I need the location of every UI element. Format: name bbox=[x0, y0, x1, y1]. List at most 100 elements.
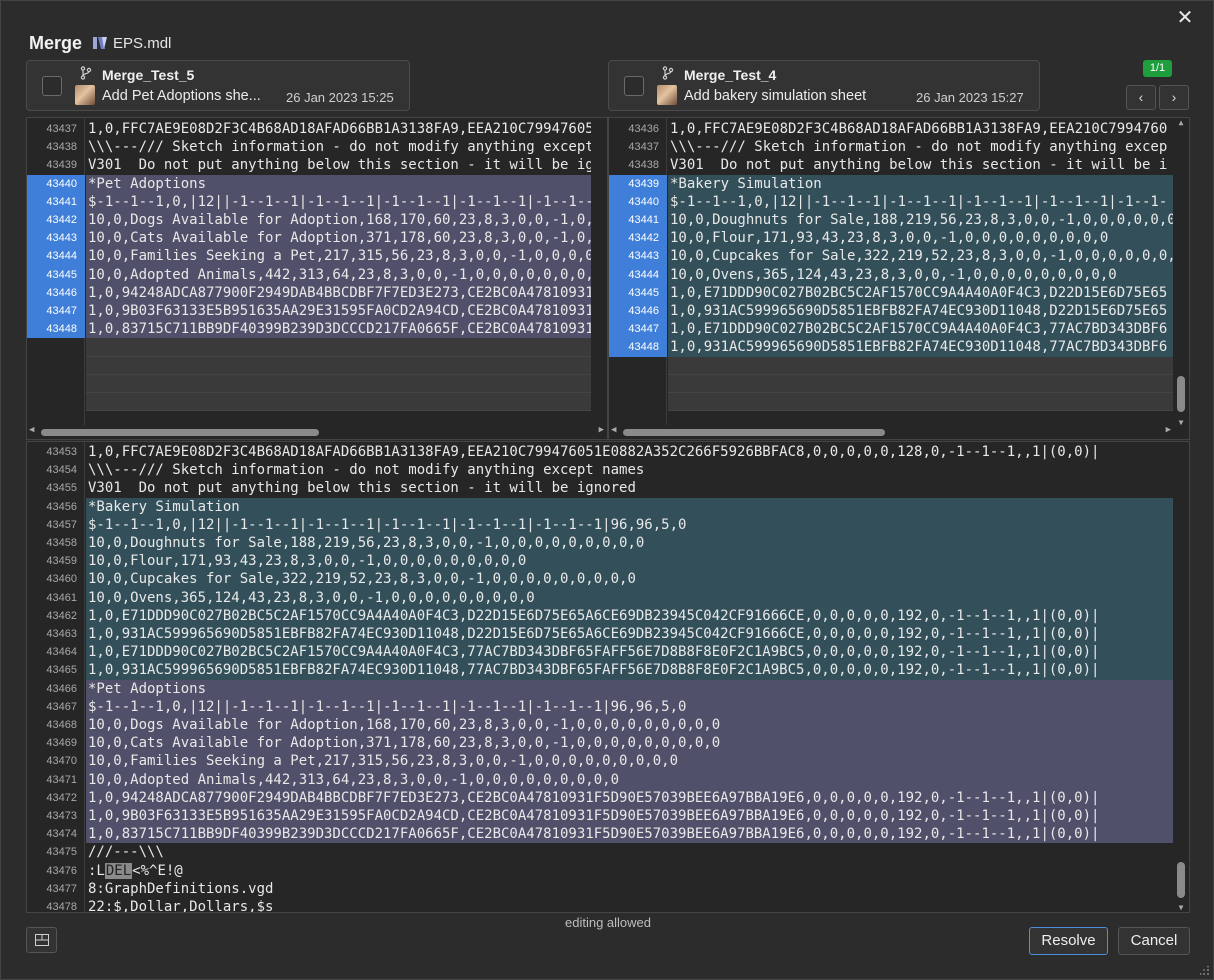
cancel-button[interactable]: Cancel bbox=[1118, 927, 1190, 955]
code-line-text: 1,0,83715C711BB9DF40399B239D3DCCCD217FA0… bbox=[88, 321, 591, 338]
code-line[interactable]: 1,0,83715C711BB9DF40399B239D3DCCCD217FA0… bbox=[86, 320, 591, 339]
code-line[interactable]: 10,0,Doughnuts for Sale,188,219,56,23,8,… bbox=[668, 211, 1173, 230]
code-line[interactable]: 1,0,931AC599965690D5851EBFB82FA74EC930D1… bbox=[668, 302, 1173, 321]
left-code-view[interactable]: 1,0,FFC7AE9E08D2F3C4B68AD18AFAD66BB1A313… bbox=[86, 118, 591, 439]
code-line[interactable]: :LDEL<%^E!@ bbox=[86, 862, 1173, 880]
code-line[interactable]: 1,0,94248ADCA877900F2949DAB4BBCDBF7F7ED3… bbox=[86, 283, 591, 302]
code-line[interactable]: 10,0,Cats Available for Adoption,371,178… bbox=[86, 734, 1173, 753]
code-line[interactable]: 10,0,Dogs Available for Adoption,168,170… bbox=[86, 211, 591, 230]
code-line-text: 1,0,E71DDD90C027B02BC5C2AF1570CC9A4A40A0… bbox=[88, 607, 1100, 624]
left-revision-checkbox[interactable] bbox=[42, 76, 62, 96]
result-code-editor[interactable]: 1,0,FFC7AE9E08D2F3C4B68AD18AFAD66BB1A313… bbox=[86, 442, 1173, 912]
code-line[interactable]: \\\---/// Sketch information - do not mo… bbox=[668, 138, 1173, 156]
line-number: 43448 bbox=[27, 320, 85, 339]
code-line[interactable]: 1,0,E71DDD90C027B02BC5C2AF1570CC9A4A40A0… bbox=[86, 643, 1173, 662]
code-line-text: 8:GraphDefinitions.vgd bbox=[88, 880, 274, 897]
code-line[interactable]: V301 Do not put anything below this sect… bbox=[86, 479, 1173, 497]
close-icon[interactable]: ✕ bbox=[1177, 7, 1194, 29]
code-line[interactable]: ///---\\\ bbox=[86, 843, 1173, 861]
empty-placeholder-line bbox=[668, 356, 1173, 375]
scrollbar-thumb[interactable] bbox=[41, 429, 319, 436]
code-line-text: 10,0,Flour,171,93,43,23,8,3,0,0,-1,0,0,0… bbox=[670, 230, 1109, 247]
line-number: 43445 bbox=[609, 283, 667, 302]
right-revision-checkbox[interactable] bbox=[624, 76, 644, 96]
code-line[interactable]: V301 Do not put anything below this sect… bbox=[668, 156, 1173, 174]
code-line[interactable]: 1,0,931AC599965690D5851EBFB82FA74EC930D1… bbox=[668, 338, 1173, 357]
scrollbar-thumb[interactable] bbox=[1177, 376, 1185, 412]
code-line[interactable]: 10,0,Adopted Animals,442,313,64,23,8,3,0… bbox=[86, 770, 1173, 789]
scroll-left-icon[interactable]: ◀ bbox=[611, 425, 616, 435]
code-line[interactable]: *Bakery Simulation bbox=[668, 174, 1173, 193]
code-line[interactable]: 1,0,E71DDD90C027B02BC5C2AF1570CC9A4A40A0… bbox=[668, 283, 1173, 302]
code-line[interactable]: $-1--1--1,0,|12||-1--1--1|-1--1--1|-1--1… bbox=[86, 515, 1173, 534]
layout-toggle-button[interactable] bbox=[26, 927, 57, 953]
scrollbar-thumb[interactable] bbox=[1177, 862, 1185, 898]
code-line[interactable]: 10,0,Cupcakes for Sale,322,219,52,23,8,3… bbox=[86, 570, 1173, 589]
code-line[interactable]: 10,0,Cupcakes for Sale,322,219,52,23,8,3… bbox=[668, 247, 1173, 266]
scroll-up-icon[interactable]: ▲ bbox=[1176, 118, 1186, 127]
code-line[interactable]: 8:GraphDefinitions.vgd bbox=[86, 880, 1173, 898]
code-line[interactable]: 10,0,Cats Available for Adoption,371,178… bbox=[86, 229, 591, 248]
empty-placeholder-line bbox=[86, 356, 591, 375]
right-diff-pane[interactable]: 43436 43437 43438 43439 43440 43441 43442 43443… bbox=[608, 117, 1190, 440]
code-line[interactable]: 22:$,Dollar,Dollars,$s bbox=[86, 898, 1173, 912]
scroll-right-icon[interactable]: ▶ bbox=[1166, 425, 1171, 435]
code-line[interactable]: 1,0,9B03F63133E5B951635AA29E31595FA0CD2A… bbox=[86, 302, 591, 321]
code-line[interactable]: 10,0,Families Seeking a Pet,217,315,56,2… bbox=[86, 247, 591, 266]
code-line[interactable]: 1,0,83715C711BB9DF40399B239D3DCCCD217FA0… bbox=[86, 825, 1173, 844]
scroll-right-icon[interactable]: ▶ bbox=[599, 425, 604, 435]
resize-grip-icon[interactable] bbox=[1200, 966, 1210, 976]
code-line-text: 1,0,94248ADCA877900F2949DAB4BBCDBF7F7ED3… bbox=[88, 789, 1100, 806]
code-line[interactable]: V301 Do not put anything below this sect… bbox=[86, 156, 591, 174]
code-line[interactable]: 1,0,931AC599965690D5851EBFB82FA74EC930D1… bbox=[86, 661, 1173, 680]
chevron-left-icon[interactable]: ‹ bbox=[1139, 89, 1144, 105]
code-line[interactable]: *Pet Adoptions bbox=[86, 174, 591, 193]
code-line[interactable]: *Bakery Simulation bbox=[86, 497, 1173, 516]
code-line[interactable]: *Pet Adoptions bbox=[86, 679, 1173, 698]
code-line[interactable]: 10,0,Ovens,365,124,43,23,8,3,0,0,-1,0,0,… bbox=[668, 265, 1173, 284]
code-line[interactable]: 1,0,9B03F63133E5B951635AA29E31595FA0CD2A… bbox=[86, 807, 1173, 826]
code-line[interactable]: $-1--1--1,0,|12||-1--1--1|-1--1--1|-1--1… bbox=[668, 192, 1173, 211]
right-vertical-scrollbar[interactable]: ▲ ▼ bbox=[1173, 118, 1189, 427]
code-line[interactable]: 10,0,Families Seeking a Pet,217,315,56,2… bbox=[86, 752, 1173, 771]
code-line[interactable]: 1,0,FFC7AE9E08D2F3C4B68AD18AFAD66BB1A313… bbox=[668, 120, 1173, 138]
code-line[interactable]: 10,0,Doughnuts for Sale,188,219,56,23,8,… bbox=[86, 534, 1173, 553]
code-line[interactable]: $-1--1--1,0,|12||-1--1--1|-1--1--1|-1--1… bbox=[86, 697, 1173, 716]
code-line-text: 1,0,94248ADCA877900F2949DAB4BBCDBF7F7ED3… bbox=[88, 284, 591, 301]
close-button[interactable]: ✕ bbox=[1173, 7, 1197, 31]
line-number: 43454 bbox=[46, 464, 77, 477]
scroll-left-icon[interactable]: ◀ bbox=[29, 425, 34, 435]
right-code-view[interactable]: 1,0,FFC7AE9E08D2F3C4B68AD18AFAD66BB1A313… bbox=[668, 118, 1173, 439]
code-line[interactable]: 1,0,94248ADCA877900F2949DAB4BBCDBF7F7ED3… bbox=[86, 788, 1173, 807]
code-line-text: 1,0,931AC599965690D5851EBFB82FA74EC930D1… bbox=[88, 662, 1100, 679]
merge-result-pane[interactable]: 43453 43454 43455 43456 43457 43458 43459 43460… bbox=[26, 441, 1190, 913]
code-line[interactable]: \\\---/// Sketch information - do not mo… bbox=[86, 138, 591, 156]
left-horizontal-scrollbar[interactable]: ◀ ▶ bbox=[27, 425, 607, 439]
code-line[interactable]: 1,0,E71DDD90C027B02BC5C2AF1570CC9A4A40A0… bbox=[86, 606, 1173, 625]
code-line[interactable]: 10,0,Dogs Available for Adoption,168,170… bbox=[86, 716, 1173, 735]
scroll-down-icon[interactable]: ▼ bbox=[1176, 903, 1186, 912]
left-commit-message: Add Pet Adoptions she... bbox=[102, 88, 261, 104]
line-number: 43447 bbox=[27, 302, 85, 321]
code-line[interactable]: 10,0,Adopted Animals,442,313,64,23,8,3,0… bbox=[86, 265, 591, 284]
code-line[interactable]: \\\---/// Sketch information - do not mo… bbox=[86, 461, 1173, 479]
chevron-right-icon[interactable]: › bbox=[1172, 89, 1177, 105]
code-line[interactable]: 1,0,FFC7AE9E08D2F3C4B68AD18AFAD66BB1A313… bbox=[86, 443, 1173, 461]
line-number: 43465 bbox=[46, 664, 77, 677]
previous-conflict-button[interactable]: ‹ bbox=[1126, 85, 1156, 110]
code-line[interactable]: 1,0,FFC7AE9E08D2F3C4B68AD18AFAD66BB1A313… bbox=[86, 120, 591, 138]
code-line[interactable]: 1,0,931AC599965690D5851EBFB82FA74EC930D1… bbox=[86, 625, 1173, 644]
code-line[interactable]: 10,0,Ovens,365,124,43,23,8,3,0,0,-1,0,0,… bbox=[86, 588, 1173, 607]
next-conflict-button[interactable]: › bbox=[1159, 85, 1189, 110]
line-number: 43443 bbox=[27, 229, 85, 248]
resolve-button[interactable]: Resolve bbox=[1029, 927, 1108, 955]
code-line-text: 10,0,Ovens,365,124,43,23,8,3,0,0,-1,0,0,… bbox=[88, 589, 535, 606]
code-line[interactable]: 1,0,E71DDD90C027B02BC5C2AF1570CC9A4A40A0… bbox=[668, 320, 1173, 339]
result-vertical-scrollbar[interactable]: ▼ bbox=[1173, 442, 1189, 912]
code-line[interactable]: 10,0,Flour,171,93,43,23,8,3,0,0,-1,0,0,0… bbox=[668, 229, 1173, 248]
code-line[interactable]: 10,0,Flour,171,93,43,23,8,3,0,0,-1,0,0,0… bbox=[86, 552, 1173, 571]
right-horizontal-scrollbar[interactable]: ◀ ▶ bbox=[609, 425, 1189, 439]
left-diff-pane[interactable]: 43437 43438 43439 43440 43441 43442 43443 43444… bbox=[26, 117, 608, 440]
code-line[interactable]: $-1--1--1,0,|12||-1--1--1|-1--1--1|-1--1… bbox=[86, 192, 591, 211]
scrollbar-thumb[interactable] bbox=[623, 429, 885, 436]
